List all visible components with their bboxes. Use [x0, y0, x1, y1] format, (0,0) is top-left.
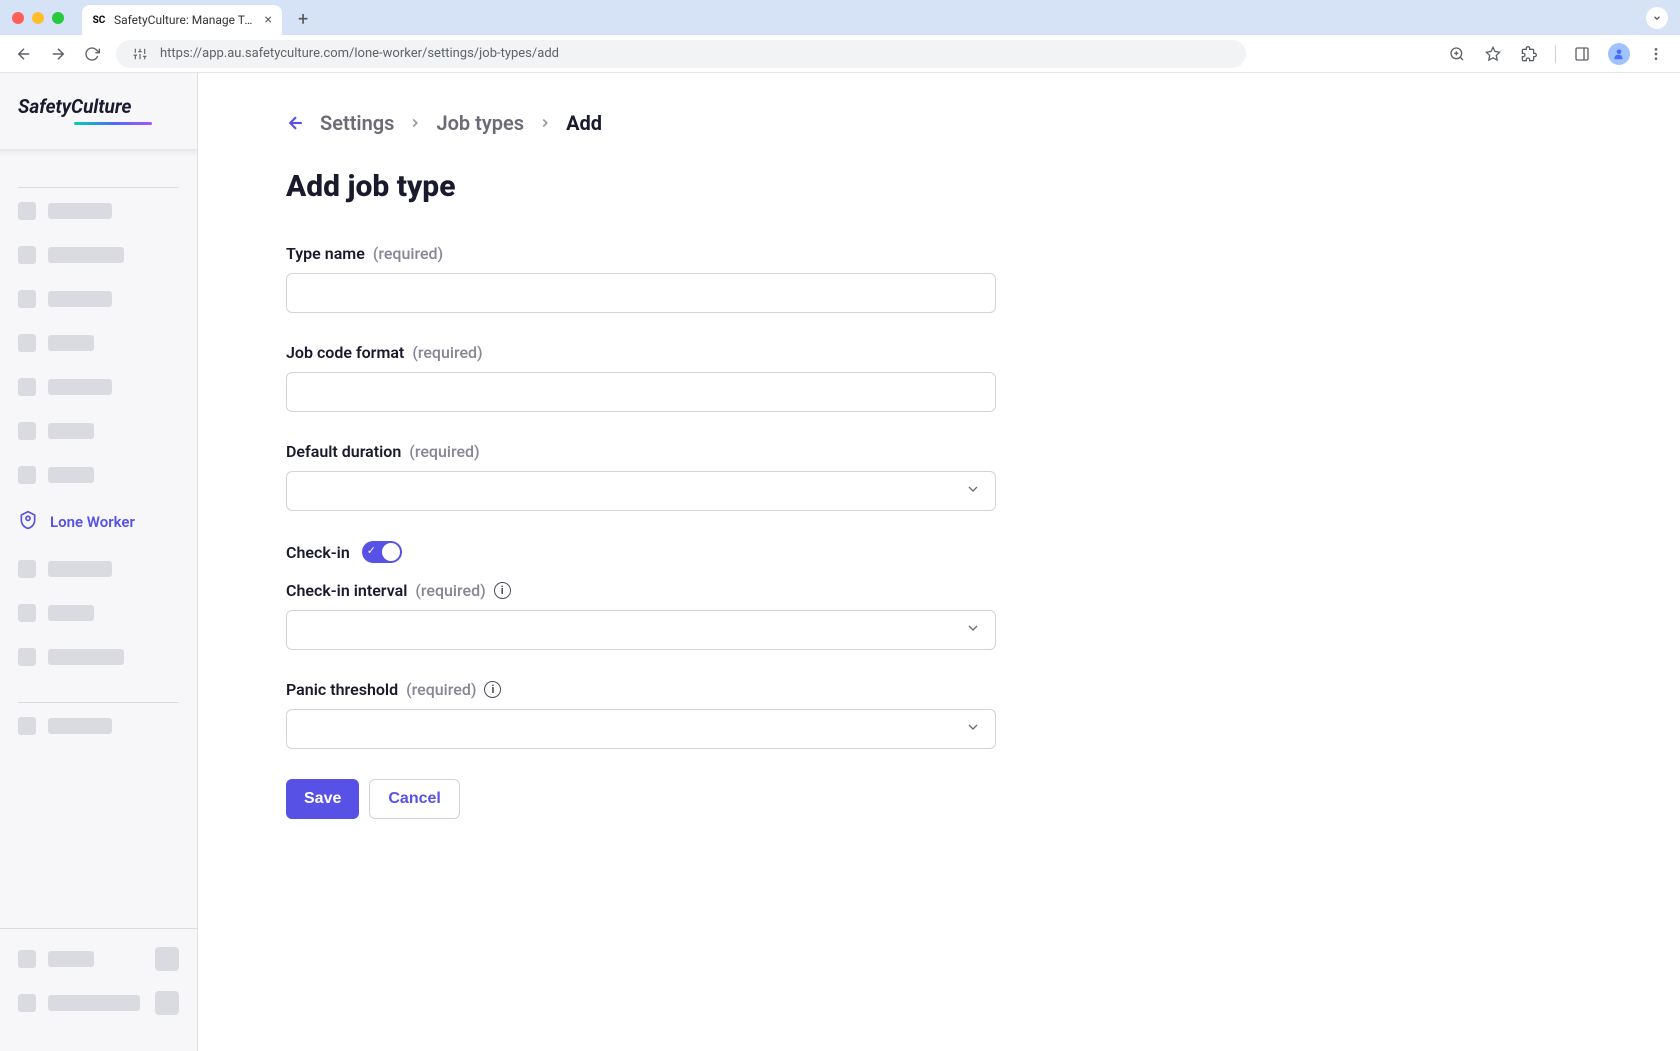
job-type-form: Type name (required) Job code format (re…	[286, 244, 996, 819]
sidebar-shadow	[0, 149, 197, 159]
required-indicator: (required)	[412, 343, 482, 362]
window-maximize[interactable]	[52, 12, 64, 24]
sidebar-item-placeholder	[18, 604, 179, 622]
sidebar-footer-item	[18, 991, 179, 1015]
chevron-right-icon	[408, 111, 422, 135]
browser-reload-button[interactable]	[82, 46, 102, 62]
map-pin-shield-icon	[18, 510, 38, 534]
tab-close-icon[interactable]: ×	[265, 12, 272, 28]
type-name-label: Type name	[286, 244, 365, 263]
job-code-format-label: Job code format	[286, 343, 404, 362]
required-indicator: (required)	[373, 244, 443, 263]
toggle-knob	[382, 543, 400, 561]
default-duration-select[interactable]	[286, 471, 996, 511]
logo-underline	[74, 122, 152, 125]
sidebar-item-placeholder	[18, 246, 179, 264]
breadcrumb-settings[interactable]: Settings	[320, 111, 394, 135]
check-in-toggle[interactable]: ✓	[362, 541, 402, 563]
required-indicator: (required)	[415, 581, 485, 600]
browser-back-button[interactable]	[14, 45, 34, 63]
default-duration-field: Default duration (required)	[286, 442, 996, 511]
toolbar-divider	[1555, 45, 1556, 63]
type-name-field: Type name (required)	[286, 244, 996, 313]
breadcrumb-current: Add	[566, 111, 602, 135]
browser-address-bar: https://app.au.safetyculture.com/lone-wo…	[0, 35, 1680, 73]
check-in-toggle-row: Check-in ✓	[286, 541, 996, 563]
save-button[interactable]: Save	[286, 779, 359, 819]
sidebar-item-placeholder	[18, 334, 179, 352]
check-in-interval-field: Check-in interval (required) i	[286, 581, 996, 650]
sidebar-item-placeholder	[18, 290, 179, 308]
info-icon[interactable]: i	[484, 681, 501, 698]
page-title: Add job type	[286, 169, 1640, 204]
job-code-format-field: Job code format (required)	[286, 343, 996, 412]
breadcrumb-job-types[interactable]: Job types	[436, 111, 524, 135]
sidebar-item-placeholder	[18, 202, 179, 220]
tab-favicon: SC	[92, 13, 106, 27]
form-actions: Save Cancel	[286, 779, 996, 819]
sidebar-footer-item	[18, 947, 179, 971]
bookmark-icon[interactable]	[1483, 44, 1503, 64]
url-text: https://app.au.safetyculture.com/lone-wo…	[160, 46, 559, 61]
info-icon[interactable]: i	[494, 582, 511, 599]
sidebar-item-placeholder	[18, 648, 179, 666]
check-icon: ✓	[367, 544, 376, 557]
chevron-right-icon	[538, 111, 552, 135]
panic-threshold-field: Panic threshold (required) i	[286, 680, 996, 749]
job-code-format-input[interactable]	[286, 372, 996, 412]
sidebar-item-placeholder	[18, 560, 179, 578]
sidebar-item-placeholder	[18, 717, 179, 735]
sidebar-item-lone-worker[interactable]: Lone Worker	[18, 510, 179, 534]
main-content: Settings Job types Add Add job type Type…	[198, 73, 1680, 1051]
browser-forward-button[interactable]	[48, 45, 68, 63]
extensions-icon[interactable]	[1519, 44, 1539, 64]
window-close[interactable]	[12, 12, 24, 24]
sidebar-item-placeholder	[18, 378, 179, 396]
sidebar-divider	[18, 187, 179, 188]
url-bar[interactable]: https://app.au.safetyculture.com/lone-wo…	[116, 40, 1246, 68]
browser-menu-icon[interactable]	[1646, 44, 1666, 64]
check-in-interval-select[interactable]	[286, 610, 996, 650]
breadcrumb: Settings Job types Add	[286, 111, 1640, 135]
tab-title: SafetyCulture: Manage Teams and...	[114, 13, 257, 27]
profile-avatar[interactable]	[1608, 43, 1630, 65]
new-tab-button[interactable]: +	[298, 9, 308, 30]
tabs-dropdown[interactable]	[1646, 7, 1668, 29]
sidebar-divider	[18, 702, 179, 703]
sidebar-item-placeholder	[18, 422, 179, 440]
required-indicator: (required)	[409, 442, 479, 461]
app-root: SafetyCulture Lone Worker	[0, 73, 1680, 1051]
chevron-down-icon	[965, 620, 981, 640]
panic-threshold-select[interactable]	[286, 709, 996, 749]
chevron-down-icon	[965, 719, 981, 739]
side-panel-icon[interactable]	[1572, 44, 1592, 64]
sidebar: SafetyCulture Lone Worker	[0, 73, 198, 1051]
check-in-interval-label: Check-in interval	[286, 581, 407, 600]
check-in-label: Check-in	[286, 543, 350, 562]
default-duration-label: Default duration	[286, 442, 401, 461]
site-settings-icon[interactable]	[130, 44, 150, 64]
cancel-button[interactable]: Cancel	[369, 779, 459, 819]
sidebar-footer	[0, 928, 197, 1033]
breadcrumb-back-button[interactable]	[286, 113, 306, 133]
app-logo: SafetyCulture	[18, 95, 179, 118]
zoom-icon[interactable]	[1447, 44, 1467, 64]
type-name-input[interactable]	[286, 273, 996, 313]
window-controls	[12, 12, 64, 24]
sidebar-item-label: Lone Worker	[50, 513, 135, 531]
required-indicator: (required)	[406, 680, 476, 699]
chevron-down-icon	[965, 481, 981, 501]
window-minimize[interactable]	[32, 12, 44, 24]
panic-threshold-label: Panic threshold	[286, 680, 398, 699]
sidebar-item-placeholder	[18, 466, 179, 484]
browser-tab[interactable]: SC SafetyCulture: Manage Teams and... ×	[82, 5, 282, 35]
browser-tab-strip: SC SafetyCulture: Manage Teams and... × …	[0, 0, 1680, 35]
